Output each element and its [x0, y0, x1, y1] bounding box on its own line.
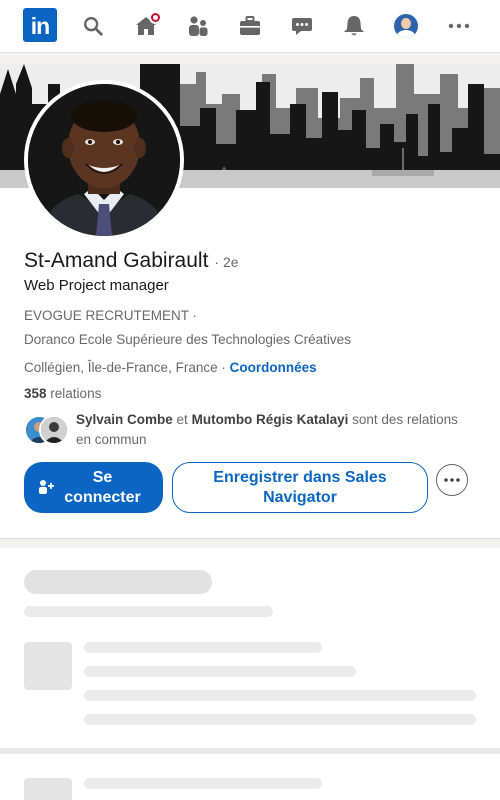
notification-badge	[149, 11, 162, 24]
skeleton-line	[84, 778, 322, 789]
mutual-person-1: Sylvain Combe	[76, 412, 173, 427]
profile-headline: Web Project manager	[24, 277, 169, 294]
messaging-icon[interactable]	[283, 7, 321, 45]
mutual-person-2: Mutombo Régis Katalayi	[191, 412, 349, 427]
notifications-bell-icon[interactable]	[335, 7, 373, 45]
skeleton-line	[84, 714, 476, 725]
section-divider	[0, 538, 500, 548]
home-icon[interactable]	[127, 7, 165, 45]
connection-degree: · 2e	[214, 254, 239, 270]
current-company: EVOGUE RECRUTEMENT ·	[24, 308, 198, 323]
avatar	[394, 14, 418, 38]
mutual-connector: et	[176, 412, 188, 427]
skeleton-line	[24, 606, 273, 617]
skeleton-thumbnail	[24, 642, 72, 690]
contact-info-link[interactable]: Coordonnées	[230, 360, 317, 375]
profile-photo[interactable]	[24, 80, 184, 240]
mutual-connections-text[interactable]: Sylvain Combe et Mutombo Régis Katalayi …	[76, 410, 476, 450]
more-icon[interactable]	[440, 7, 478, 45]
relations-count[interactable]: 358 relations	[24, 386, 101, 401]
connect-label: Se connecter	[64, 468, 141, 506]
relations-number: 358	[24, 386, 47, 401]
profile-name: St-Amand Gabirault	[24, 249, 209, 272]
relations-label: relations	[50, 386, 102, 401]
linkedin-logo[interactable]: in	[23, 8, 57, 42]
connect-button[interactable]: Se connecter	[24, 462, 163, 513]
section-divider	[0, 748, 500, 754]
network-icon[interactable]	[179, 7, 217, 45]
add-person-icon	[38, 479, 54, 500]
mutual-avatars[interactable]	[24, 415, 70, 445]
search-icon[interactable]	[74, 7, 112, 45]
avatar	[39, 415, 69, 445]
more-actions-button[interactable]	[436, 464, 468, 496]
nav-divider	[0, 52, 500, 64]
skeleton-line	[84, 642, 322, 653]
skeleton-line	[84, 666, 356, 677]
skeleton-thumbnail	[24, 778, 72, 800]
education: Doranco Ecole Supérieure des Technologie…	[24, 332, 351, 347]
jobs-briefcase-icon[interactable]	[231, 7, 269, 45]
skeleton-line	[84, 690, 476, 701]
me-avatar[interactable]	[387, 7, 425, 45]
top-nav: in	[0, 0, 500, 52]
profile-name-row: St-Amand Gabirault · 2e	[24, 249, 239, 273]
location-line: Collégien, Île-de-France, France · Coord…	[24, 360, 317, 375]
ellipsis-icon	[444, 478, 460, 482]
skeleton-title	[24, 570, 212, 594]
save-sales-navigator-button[interactable]: Enregistrer dans Sales Navigator	[172, 462, 428, 513]
location: Collégien, Île-de-France, France ·	[24, 360, 226, 375]
